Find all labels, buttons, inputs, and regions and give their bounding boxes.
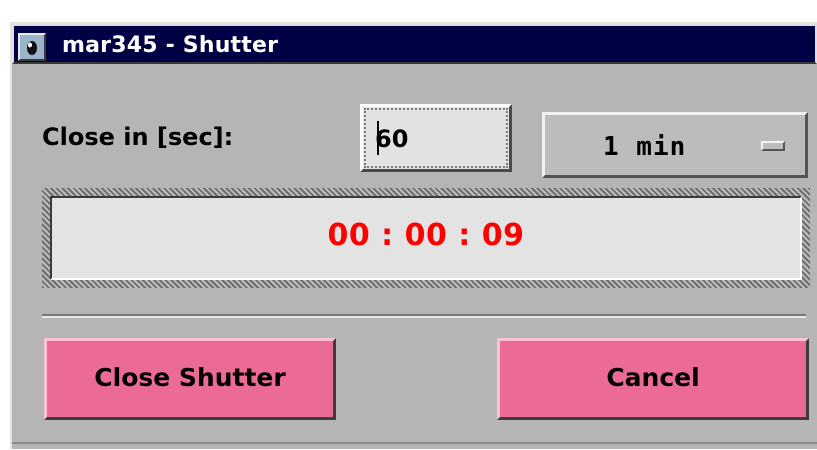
close-seconds-value: 60 <box>375 125 409 153</box>
title-bar[interactable]: mar345 - Shutter <box>12 24 817 64</box>
app-glyph-icon <box>20 35 44 59</box>
separator <box>42 314 806 318</box>
interval-dropdown[interactable]: 1 min <box>542 112 808 178</box>
window-title: mar345 - Shutter <box>62 33 279 58</box>
text-cursor <box>377 121 379 155</box>
interval-selected-value: 1 min <box>603 132 687 162</box>
app-icon[interactable] <box>18 33 46 61</box>
countdown-display: 00 : 00 : 09 <box>50 196 802 280</box>
countdown-time: 00 : 00 : 09 <box>327 218 525 253</box>
countdown-frame: 00 : 00 : 09 <box>42 188 810 288</box>
close-shutter-button[interactable]: Close Shutter <box>44 338 336 420</box>
close-in-label: Close in [sec]: <box>42 123 234 151</box>
close-seconds-input[interactable]: 60 <box>360 104 512 172</box>
cancel-button[interactable]: Cancel <box>497 338 809 420</box>
shutter-dialog: mar345 - Shutter Close in [sec]: 60 1 mi… <box>10 22 817 449</box>
dropdown-indicator-icon <box>761 141 785 151</box>
